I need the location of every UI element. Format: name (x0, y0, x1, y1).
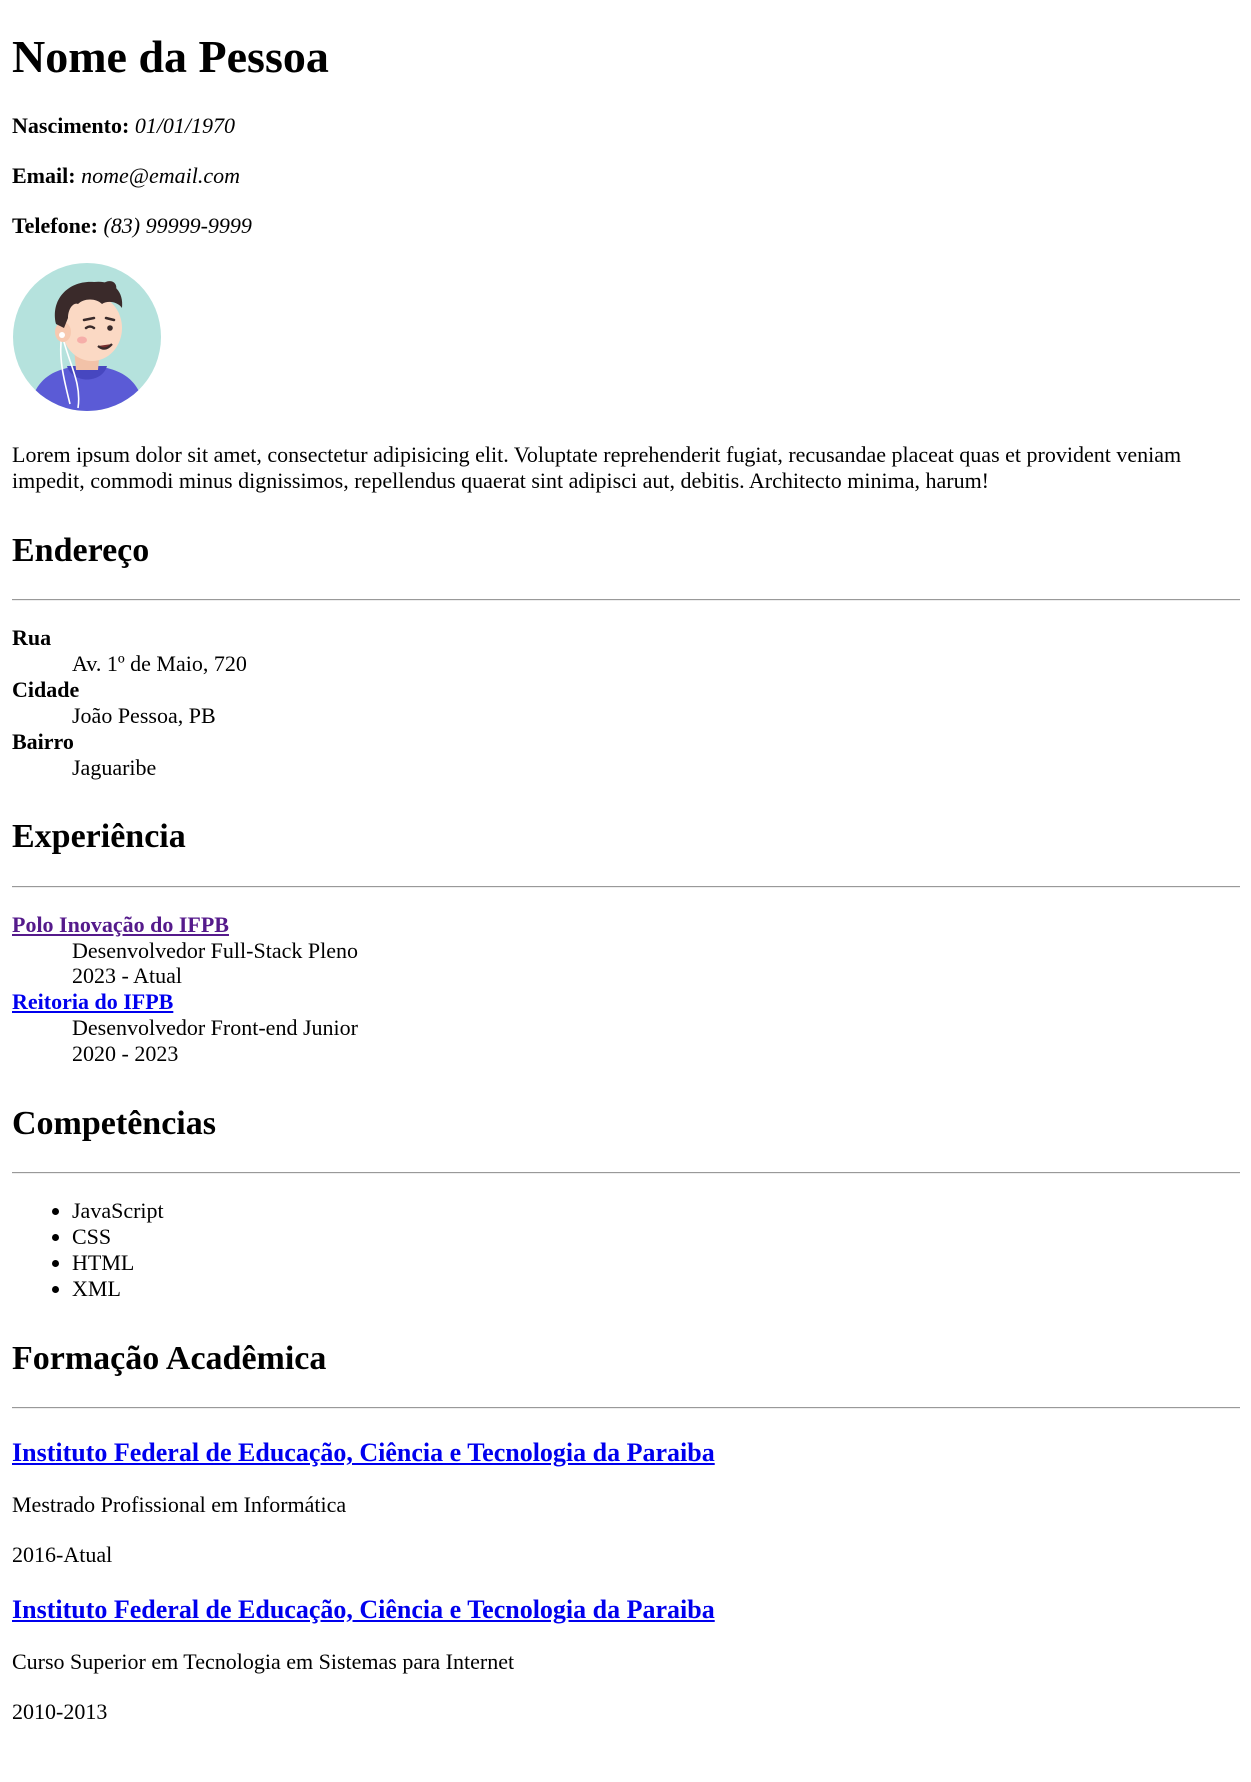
experience-period: 2020 - 2023 (72, 1041, 179, 1067)
birth-label: Nascimento: (12, 112, 130, 138)
education-course: Mestrado Profissional em Informática (12, 1492, 347, 1518)
company-link-polo-inovacao[interactable]: Polo Inovação do IFPB (12, 912, 229, 937)
phone-line: Telefone: (83) 99999-9999 (12, 213, 1239, 239)
experience-divider (12, 885, 1240, 888)
email-value: nome@email.com (81, 162, 240, 188)
experience-item: Polo Inovação do IFPB (12, 912, 1239, 938)
person-avatar-icon (13, 262, 161, 411)
education-period: 2016-Atual (12, 1542, 113, 1568)
skill-item: HTML (72, 1250, 1239, 1276)
education-item: Instituto Federal de Educação, Ciência e… (12, 1438, 1239, 1568)
address-term-city: Cidade (12, 676, 80, 702)
email-line: Email: nome@email.com (12, 163, 1239, 189)
education-item: Instituto Federal de Educação, Ciência e… (12, 1595, 1239, 1725)
address-heading: Endereço (12, 531, 150, 569)
institution-link[interactable]: Instituto Federal de Educação, Ciência e… (12, 1438, 715, 1467)
address-value-district: Jaguaribe (72, 754, 157, 780)
company-link-reitoria[interactable]: Reitoria do IFPB (12, 989, 173, 1014)
education-period: 2010-2013 (12, 1698, 108, 1724)
education-institution: Instituto Federal de Educação, Ciência e… (12, 1438, 1239, 1468)
education-course: Curso Superior em Tecnologia em Sistemas… (12, 1648, 515, 1674)
address-term-district: Bairro (12, 728, 74, 754)
skills-divider (12, 1172, 1240, 1175)
resume-page: Nome da Pessoa Nascimento: 01/01/1970 Em… (0, 0, 1251, 1725)
skill-item: CSS (72, 1224, 1239, 1250)
experience-item: Reitoria do IFPB (12, 989, 1239, 1015)
experience-role: Desenvolvedor Full-Stack Pleno (72, 937, 358, 963)
skills-heading: Competências (12, 1105, 216, 1143)
education-institution: Instituto Federal de Educação, Ciência e… (12, 1595, 1239, 1625)
birth-value: 01/01/1970 (134, 112, 236, 138)
institution-link[interactable]: Instituto Federal de Educação, Ciência e… (12, 1595, 715, 1624)
skill-item: XML (72, 1276, 1239, 1302)
phone-value: (83) 99999-9999 (103, 212, 252, 238)
address-list: Rua Av. 1º de Maio, 720 Cidade João Pess… (12, 625, 1239, 781)
skill-item: JavaScript (72, 1198, 1239, 1224)
address-divider (12, 598, 1240, 601)
education-divider (12, 1407, 1240, 1410)
skills-list: JavaScript CSS HTML XML (12, 1198, 1239, 1302)
experience-role: Desenvolvedor Front-end Junior (72, 1015, 358, 1041)
bio-text: Lorem ipsum dolor sit amet, consectetur … (12, 441, 1182, 493)
person-name: Nome da Pessoa (12, 31, 329, 82)
experience-period: 2023 - Atual (72, 963, 182, 989)
email-label: Email: (12, 162, 76, 188)
address-value-city: João Pessoa, PB (72, 702, 216, 728)
avatar (12, 262, 162, 412)
experience-list: Polo Inovação do IFPB Desenvolvedor Full… (12, 912, 1239, 1068)
address-value-street: Av. 1º de Maio, 720 (72, 650, 247, 676)
experience-heading: Experiência (12, 818, 186, 856)
birth-line: Nascimento: 01/01/1970 (12, 113, 1239, 139)
phone-label: Telefone: (12, 212, 98, 238)
education-heading: Formação Acadêmica (12, 1340, 327, 1378)
address-term-street: Rua (12, 624, 52, 650)
